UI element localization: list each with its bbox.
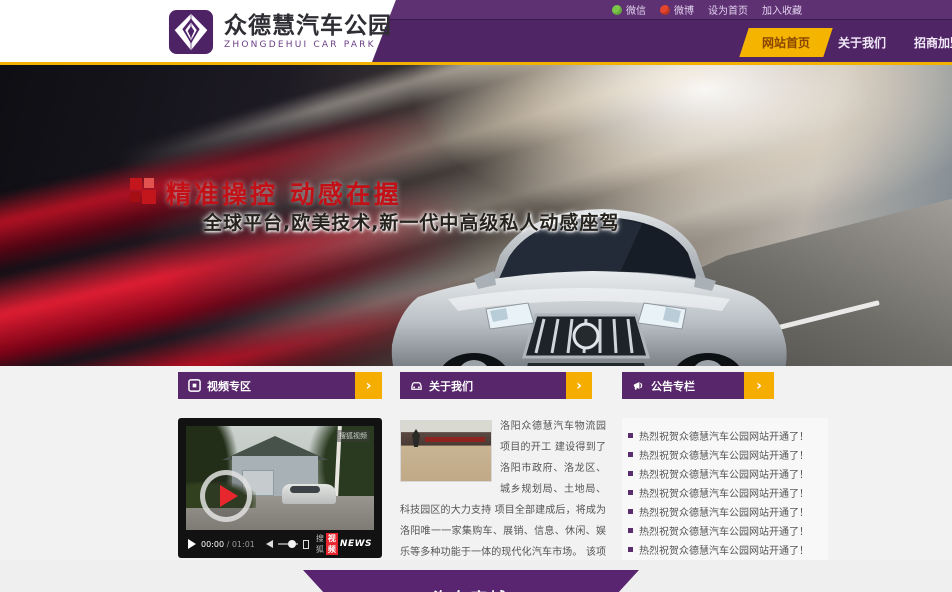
about-section-title: 关于我们 [429, 378, 473, 394]
player-brand: 搜狐 视频 NEWS [316, 533, 372, 555]
notice-item[interactable]: 热烈祝贺众德慧汽车公园网站开通了！ [628, 445, 822, 464]
notice-item-text: 热烈祝贺众德慧汽车公园网站开通了！ [639, 466, 809, 481]
volume-icon[interactable] [266, 540, 273, 548]
notice-item[interactable]: 热烈祝贺众德慧汽车公园网站开通了！ [628, 483, 822, 502]
bullet-icon [628, 547, 633, 552]
nav-item[interactable]: 关于我们 [824, 26, 900, 59]
notice-section-header: 公告专栏 › [622, 372, 774, 399]
notice-section-titlebar: 公告专栏 [622, 372, 744, 399]
notice-item-text: 热烈祝贺众德慧汽车公园网站开通了！ [639, 428, 809, 443]
header: 微信 微博 设为首页 加入收藏 网站首页 关于我们 招商加盟 汽车品牌 [0, 0, 952, 64]
logo-title: 众德慧汽车公园 [224, 13, 392, 39]
weibo-link[interactable]: 微博 [660, 2, 694, 17]
video-icon [188, 379, 201, 392]
page: 微信 微博 设为首页 加入收藏 网站首页 关于我们 招商加盟 汽车品牌 [0, 0, 952, 592]
notice-item-text: 热烈祝贺众德慧汽车公园网站开通了！ [639, 542, 809, 557]
logo[interactable]: 众德慧汽车公园 ZHONGDEHUI CAR PARK [168, 9, 392, 55]
logo-icon [168, 9, 214, 55]
video-thumbnail: 搜狐视频 [186, 426, 374, 530]
notice-item[interactable]: 热烈祝贺众德慧汽车公园网站开通了！ [628, 426, 822, 445]
megaphone-icon [632, 379, 645, 392]
nav-item[interactable]: 网站首页 [748, 26, 824, 59]
bullet-icon [628, 528, 633, 533]
bullet-icon [628, 452, 633, 457]
add-favorite-link[interactable]: 加入收藏 [762, 2, 802, 17]
volume-slider[interactable] [278, 543, 298, 545]
logo-text: 众德慧汽车公园 ZHONGDEHUI CAR PARK [224, 13, 392, 51]
notice-section-more-button[interactable]: › [744, 372, 774, 399]
video-controls: 00:00 / 01:01 搜狐 视频 NEWS [186, 534, 374, 554]
notice-item-text: 热烈祝贺众德慧汽车公园网站开通了！ [639, 447, 809, 462]
about-section: 关于我们 › 洛阳众德慧汽车物流园项目的开工 建设得到了洛阳市政府、洛龙区、城乡… [400, 372, 606, 399]
bullet-icon [628, 433, 633, 438]
footer-strip: 汽车商城 [0, 560, 952, 592]
video-section-more-button[interactable]: › [355, 372, 382, 399]
weibo-icon [660, 5, 670, 15]
notice-item[interactable]: 热烈祝贺众德慧汽车公园网站开通了！ [628, 521, 822, 540]
footer-section-banner: 汽车商城 [303, 570, 639, 592]
banner-subheadline: 全球平台,欧美技术,新一代中高级私人动感座驾 [203, 208, 619, 235]
notice-list: 热烈祝贺众德慧汽车公园网站开通了！ 热烈祝贺众德慧汽车公园网站开通了！ 热烈祝贺… [622, 418, 828, 561]
notice-item-text: 热烈祝贺众德慧汽车公园网站开通了！ [639, 523, 809, 538]
video-section-header: 视频专区 › [178, 372, 382, 399]
video-section: 视频专区 › 搜狐视频 [178, 372, 384, 399]
video-section-title: 视频专区 [207, 378, 251, 394]
video-section-titlebar: 视频专区 [178, 372, 355, 399]
video-watermark: 搜狐视频 [336, 430, 370, 442]
header-purple-panel: 微信 微博 设为首页 加入收藏 网站首页 关于我们 招商加盟 汽车品牌 [360, 0, 952, 62]
bullet-icon [628, 490, 633, 495]
video-time: 00:00 / 01:01 [201, 540, 255, 549]
about-photo [400, 420, 492, 482]
banner-headline: 精准操控 动感在握 [166, 175, 402, 211]
wechat-link[interactable]: 微信 [612, 2, 646, 17]
about-section-header: 关于我们 › [400, 372, 592, 399]
hero-banner[interactable]: 精准操控 动感在握 全球平台,欧美技术,新一代中高级私人动感座驾 [0, 65, 952, 366]
bullet-icon [628, 509, 633, 514]
banner-badge-icon [130, 178, 156, 204]
main-nav: 网站首页 关于我们 招商加盟 汽车品牌 汽车商城 新闻中心 联系我们 [748, 24, 952, 60]
fullscreen-icon[interactable] [303, 540, 309, 549]
notice-item[interactable]: 热烈祝贺众德慧汽车公园网站开通了！ [628, 502, 822, 521]
play-button[interactable] [200, 470, 252, 522]
set-home-link[interactable]: 设为首页 [708, 2, 748, 17]
notice-item-text: 热烈祝贺众德慧汽车公园网站开通了！ [639, 504, 809, 519]
bullet-icon [628, 471, 633, 476]
nav-item[interactable]: 招商加盟 [900, 26, 952, 59]
notice-item[interactable]: 热烈祝贺众德慧汽车公园网站开通了！ [628, 464, 822, 483]
topbar: 微信 微博 设为首页 加入收藏 [360, 0, 952, 20]
player-play-icon[interactable] [188, 539, 196, 549]
notice-section-title: 公告专栏 [651, 378, 695, 394]
wechat-icon [612, 5, 622, 15]
car-icon [410, 379, 423, 392]
video-player[interactable]: 搜狐视频 00:00 / 01:01 搜狐 视频 NEWS [178, 418, 382, 558]
about-section-titlebar: 关于我们 [400, 372, 566, 399]
notice-section: 公告专栏 › 热烈祝贺众德慧汽车公园网站开通了！ 热烈祝贺众德慧汽车公园网站开通… [622, 372, 828, 399]
wechat-label: 微信 [626, 2, 646, 17]
logo-subtitle: ZHONGDEHUI CAR PARK [224, 39, 392, 51]
footer-section-title: 汽车商城 [303, 585, 639, 592]
notice-item-text: 热烈祝贺众德慧汽车公园网站开通了！ [639, 485, 809, 500]
notice-item[interactable]: 热烈祝贺众德慧汽车公园网站开通了！ [628, 540, 822, 559]
about-section-more-button[interactable]: › [566, 372, 592, 399]
content-area: 视频专区 › 搜狐视频 [0, 366, 952, 592]
weibo-label: 微博 [674, 2, 694, 17]
